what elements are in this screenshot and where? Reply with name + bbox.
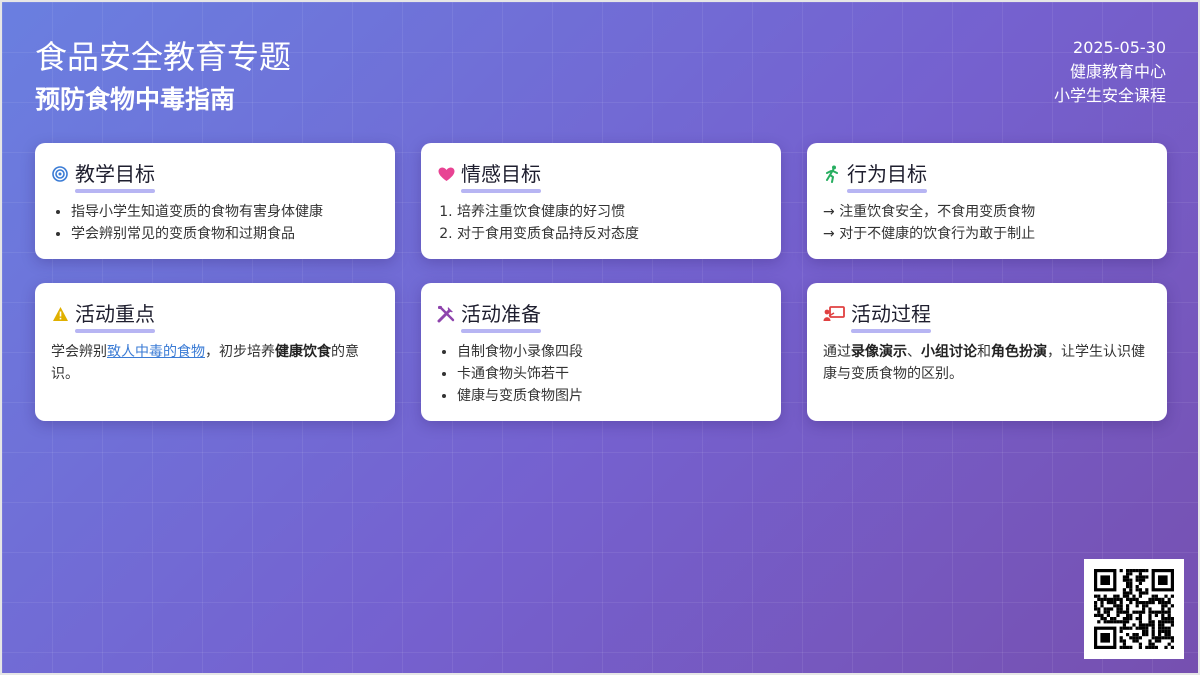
date-label: 2025-05-30 bbox=[1073, 38, 1166, 57]
text-segment: 、 bbox=[907, 344, 921, 360]
bold-segment: 角色扮演 bbox=[991, 344, 1047, 360]
card-activity-prep: 活动准备 自制食物小录像四段 卡通食物头饰若干 健康与变质食物图片 bbox=[421, 283, 781, 421]
slide: 食品安全教育专题 预防食物中毒指南 2025-05-30 健康教育中心 小学生安… bbox=[0, 0, 1200, 675]
list-item: 对于不健康的饮食行为敢于制止 bbox=[823, 223, 1151, 245]
page-subtitle: 预防食物中毒指南 bbox=[35, 85, 236, 114]
list-item: 培养注重饮食健康的好习惯 bbox=[457, 201, 765, 223]
text-segment: 通过 bbox=[823, 344, 851, 360]
header-meta: 2025-05-30 健康教育中心 小学生安全课程 bbox=[1054, 36, 1166, 108]
card-teaching-goals: 教学目标 指导小学生知道变质的食物有害身体健康 学会辨别常见的变质食物和过期食品 bbox=[35, 143, 395, 259]
heart-icon bbox=[437, 165, 455, 183]
bold-segment: 健康饮食 bbox=[275, 344, 331, 360]
course-label: 小学生安全课程 bbox=[1053, 86, 1166, 105]
bold-segment: 小组讨论 bbox=[921, 344, 977, 360]
card-title: 活动过程 bbox=[851, 298, 931, 333]
text-segment: 和 bbox=[977, 344, 991, 360]
card-activity-focus: 活动重点 学会辨别致人中毒的食物，初步培养健康饮食的意识。 bbox=[35, 283, 395, 421]
text-segment: 学会辨别 bbox=[51, 344, 107, 360]
list-item: 健康与变质食物图片 bbox=[457, 385, 765, 407]
process-paragraph: 通过录像演示、小组讨论和角色扮演，让学生认识健康与变质食物的区别。 bbox=[823, 341, 1151, 385]
focus-paragraph: 学会辨别致人中毒的食物，初步培养健康饮食的意识。 bbox=[51, 341, 379, 385]
text-segment: ，初步培养 bbox=[205, 344, 275, 360]
card-title: 行为目标 bbox=[847, 158, 927, 193]
target-icon bbox=[51, 165, 69, 183]
card-title: 活动准备 bbox=[461, 298, 541, 333]
list-item: 卡通食物头饰若干 bbox=[457, 363, 765, 385]
card-title: 教学目标 bbox=[75, 158, 155, 193]
warning-icon bbox=[51, 305, 69, 323]
list-item: 对于食用变质食品持反对态度 bbox=[457, 223, 765, 245]
list-item: 自制食物小录像四段 bbox=[457, 341, 765, 363]
card-title: 情感目标 bbox=[461, 158, 541, 193]
list-item: 指导小学生知道变质的食物有害身体健康 bbox=[71, 201, 379, 223]
presentation-icon bbox=[823, 305, 845, 323]
page-title: 食品安全教育专题 bbox=[35, 38, 292, 76]
running-person-icon bbox=[823, 165, 841, 183]
qr-code-icon bbox=[1084, 559, 1184, 659]
card-title: 活动重点 bbox=[75, 298, 155, 333]
list-item: 注重饮食安全，不食用变质食物 bbox=[823, 201, 1151, 223]
org-label: 健康教育中心 bbox=[1069, 62, 1166, 81]
card-emotion-goals: 情感目标 培养注重饮食健康的好习惯 对于食用变质食品持反对态度 bbox=[421, 143, 781, 259]
list-item: 学会辨别常见的变质食物和过期食品 bbox=[71, 223, 379, 245]
poisonous-food-link[interactable]: 致人中毒的食物 bbox=[107, 344, 205, 360]
card-behavior-goals: 行为目标 注重饮食安全，不食用变质食物 对于不健康的饮食行为敢于制止 bbox=[807, 143, 1167, 259]
bold-segment: 录像演示 bbox=[851, 344, 907, 360]
card-activity-process: 活动过程 通过录像演示、小组讨论和角色扮演，让学生认识健康与变质食物的区别。 bbox=[807, 283, 1167, 421]
tools-icon bbox=[437, 305, 455, 323]
